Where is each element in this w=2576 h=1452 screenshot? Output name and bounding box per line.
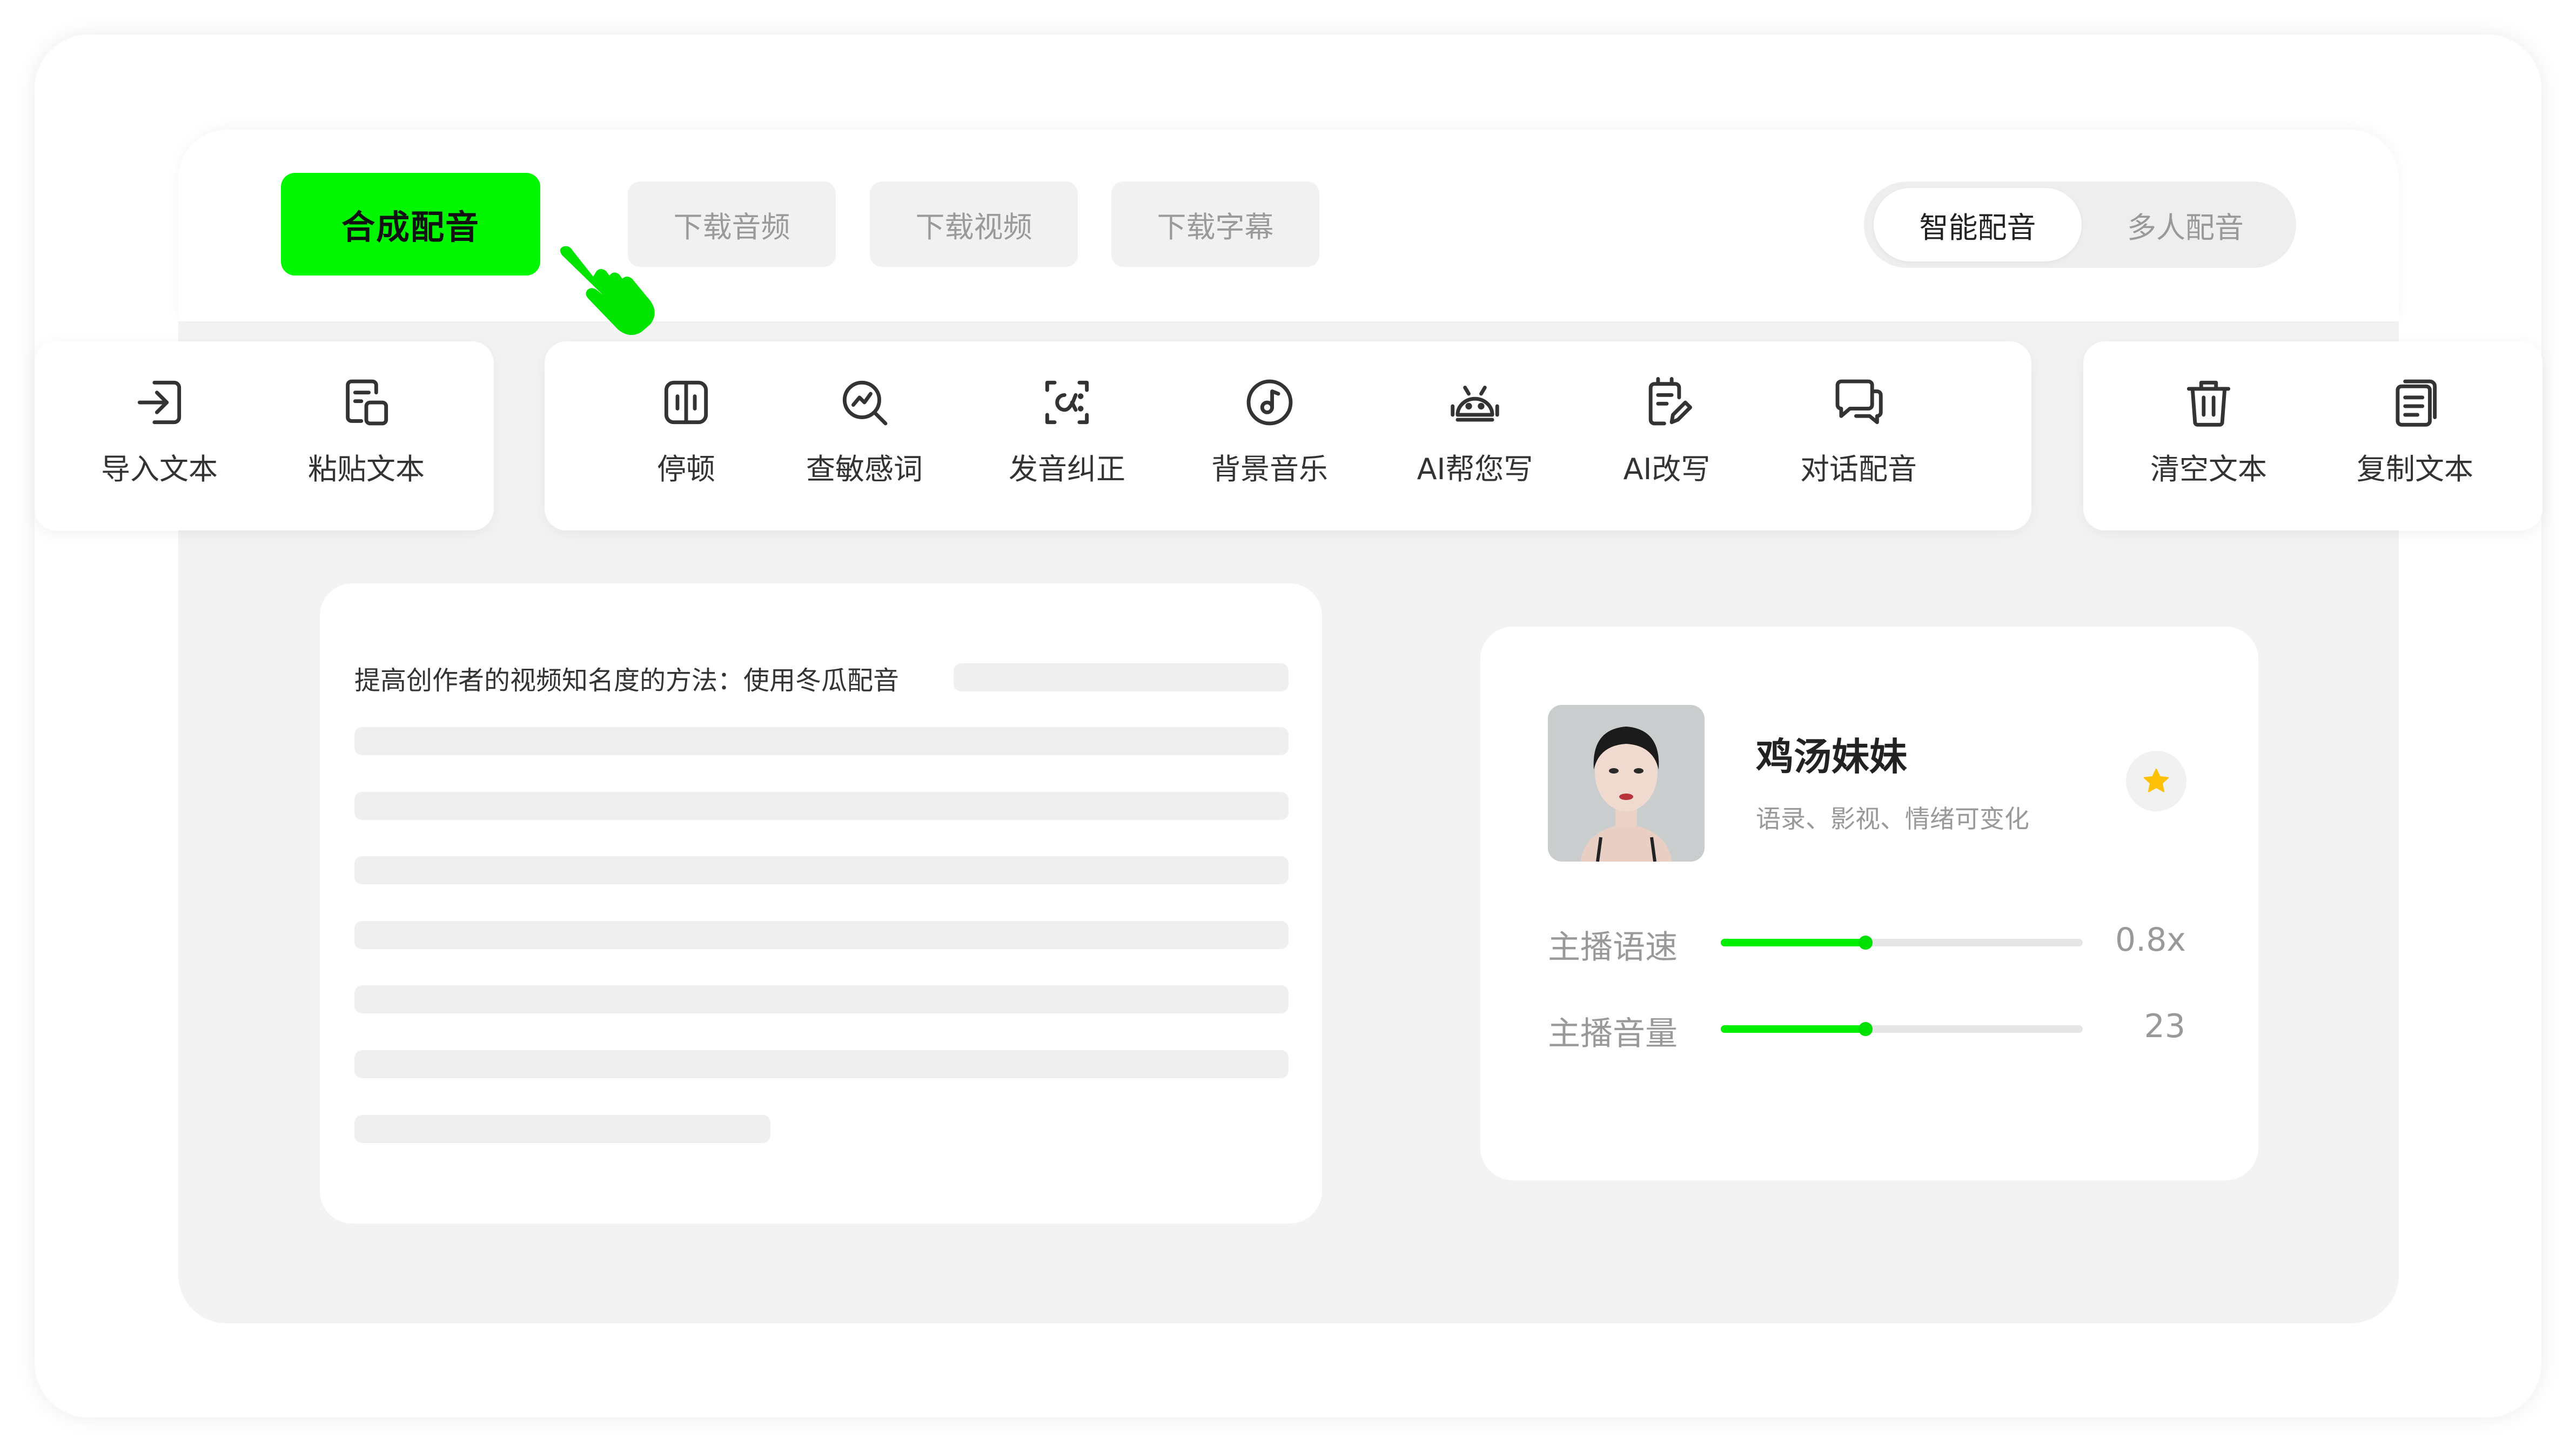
copy-text-button[interactable]: 复制文本 <box>2345 373 2485 502</box>
text-placeholder-line <box>354 985 1289 1013</box>
sensitive-check-icon <box>842 380 888 426</box>
clear-text-button[interactable]: 清空文本 <box>2138 373 2279 502</box>
ai-rewrite-label: AI改写 <box>1623 452 1710 486</box>
volume-slider-handle[interactable] <box>1859 1022 1873 1036</box>
paste-text-button[interactable]: 粘贴文本 <box>296 373 437 502</box>
text-placeholder-line <box>354 1050 1289 1078</box>
clear-text-label: 清空文本 <box>2150 452 2267 486</box>
import-text-button[interactable]: 导入文本 <box>89 373 230 502</box>
voice-avatar[interactable] <box>1548 705 1705 862</box>
volume-slider-fill <box>1721 1025 1866 1033</box>
pointer-hand-icon <box>560 246 655 335</box>
background-music-label: 背景音乐 <box>1211 452 1328 486</box>
volume-label: 主播音量 <box>1548 1015 1678 1053</box>
pronunciation-label: 发音纠正 <box>1009 452 1125 486</box>
favorite-button[interactable] <box>2126 751 2186 811</box>
voice-tags: 语录、影视、情绪可变化 <box>1756 804 2029 833</box>
download-video-button[interactable]: 下载视频 <box>870 182 1078 267</box>
text-placeholder-line <box>354 921 1289 949</box>
speed-slider[interactable] <box>1721 936 2083 950</box>
dialog-dubbing-button[interactable]: 对话配音 <box>1788 373 1929 502</box>
star-icon <box>2143 768 2169 792</box>
pause-label: 停顿 <box>657 452 715 486</box>
sensitive-check-label: 查敏感词 <box>806 452 923 486</box>
voice-name: 鸡汤妹妹 <box>1756 735 1907 779</box>
dialog-icon <box>1835 379 1883 425</box>
music-icon <box>1246 379 1293 426</box>
ai-write-button[interactable]: AI帮您写 <box>1405 373 1545 502</box>
portrait-image <box>1548 705 1705 862</box>
volume-value: 23 <box>2144 1007 2185 1045</box>
paste-text-label: 粘贴文本 <box>308 452 425 486</box>
volume-slider[interactable] <box>1721 1022 2083 1036</box>
speed-value: 0.8x <box>2115 921 2186 959</box>
pause-icon <box>664 380 708 425</box>
speed-label: 主播语速 <box>1548 929 1678 966</box>
editor-first-line[interactable]: 提高创作者的视频知名度的方法：使用冬瓜配音 <box>354 659 899 697</box>
tab-smart-dubbing[interactable]: 智能配音 <box>1874 188 2082 261</box>
paste-icon <box>346 379 388 426</box>
import-text-label: 导入文本 <box>101 452 218 486</box>
pronunciation-icon <box>1045 380 1089 425</box>
copy-text-label: 复制文本 <box>2357 452 2473 486</box>
tab-multi-dubbing[interactable]: 多人配音 <box>2083 188 2288 261</box>
text-placeholder-line <box>354 727 1289 755</box>
copy-icon <box>2396 379 2437 427</box>
synthesize-button[interactable]: 合成配音 <box>281 173 540 275</box>
pause-button[interactable]: 停顿 <box>616 373 756 502</box>
text-placeholder-line <box>354 792 1289 820</box>
dialog-dubbing-label: 对话配音 <box>1800 452 1917 486</box>
robot-icon <box>1451 386 1499 422</box>
text-placeholder-line <box>954 663 1289 691</box>
ai-rewrite-button[interactable]: AI改写 <box>1596 373 1737 502</box>
import-icon <box>137 380 182 425</box>
background-music-button[interactable]: 背景音乐 <box>1199 373 1340 502</box>
rewrite-icon <box>1648 377 1692 426</box>
speed-slider-fill <box>1721 939 1866 946</box>
ai-write-label: AI帮您写 <box>1417 452 1533 486</box>
download-subtitle-button[interactable]: 下载字幕 <box>1111 182 1319 267</box>
trash-icon <box>2186 380 2231 427</box>
text-placeholder-line <box>354 856 1289 884</box>
speed-slider-handle[interactable] <box>1859 936 1873 950</box>
pronunciation-button[interactable]: 发音纠正 <box>997 373 1137 502</box>
text-placeholder-line <box>354 1115 770 1143</box>
sensitive-check-button[interactable]: 查敏感词 <box>794 373 935 502</box>
